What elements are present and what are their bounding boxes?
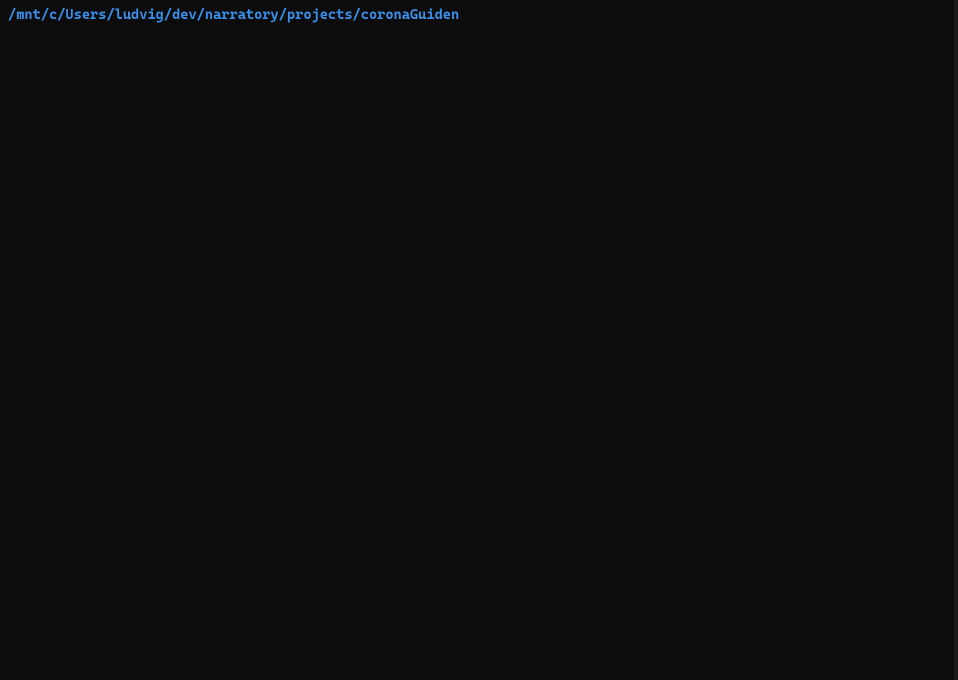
terminal-viewport[interactable]: /mnt/c/Users/ludvig/dev/narratory/projec… (0, 0, 958, 680)
current-directory-path: /mnt/c/Users/ludvig/dev/narratory/projec… (8, 6, 950, 26)
scrollbar-track[interactable] (954, 0, 958, 680)
